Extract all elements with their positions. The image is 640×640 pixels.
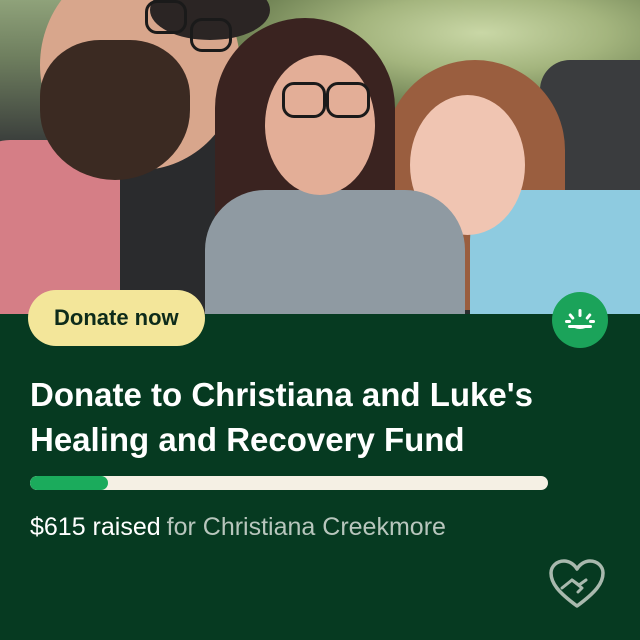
heart-hands-icon xyxy=(549,559,605,608)
photo-glasses xyxy=(190,18,232,52)
progress-fill xyxy=(30,476,108,490)
campaign-photo xyxy=(0,0,640,314)
raised-amount: $615 raised xyxy=(30,513,161,541)
fundraiser-card: Donate now Donate to Christiana and Luke… xyxy=(0,0,640,640)
photo-glasses xyxy=(145,0,187,34)
photo-person xyxy=(265,55,375,195)
gofundme-logo-icon xyxy=(552,292,608,348)
photo-person xyxy=(40,40,190,180)
donate-now-button[interactable]: Donate now xyxy=(28,290,205,346)
beneficiary-text: for Christiana Creekmore xyxy=(166,513,446,541)
photo-glasses xyxy=(326,82,370,118)
photo-person xyxy=(205,190,465,314)
raised-summary: $615 raised for Christiana Creekmore xyxy=(30,510,446,544)
sunrise-logo-icon xyxy=(565,309,595,329)
campaign-title[interactable]: Donate to Christiana and Luke's Healing … xyxy=(30,372,620,462)
photo-glasses xyxy=(282,82,326,118)
fundraising-progress-bar xyxy=(30,476,548,490)
